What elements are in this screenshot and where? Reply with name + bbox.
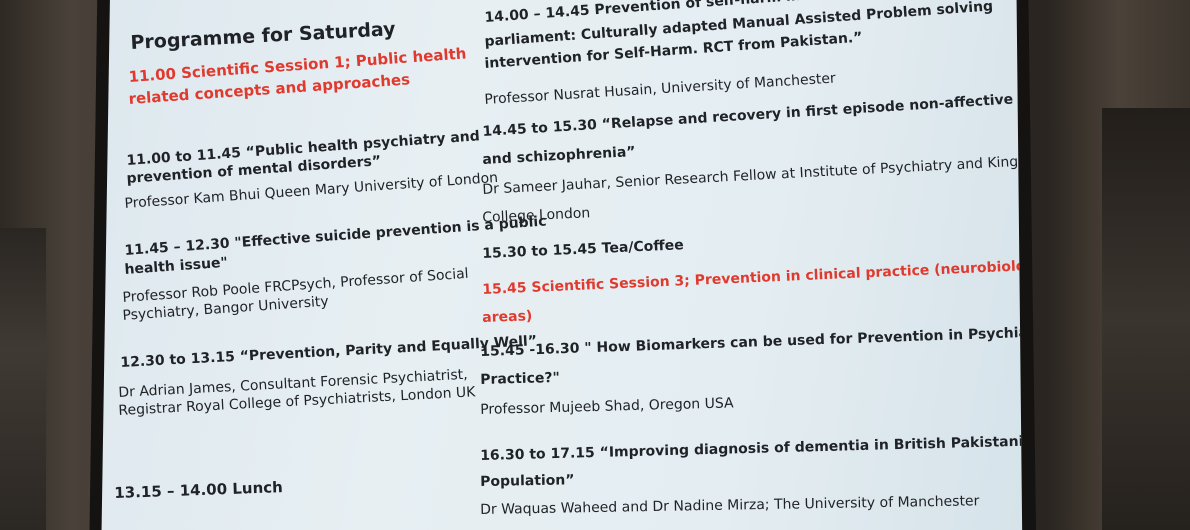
programme-title: Programme for Saturday [130, 18, 397, 54]
session3-heading-line1: 15.45 Scientific Session 3; Prevention i… [482, 256, 1024, 298]
session-r1-speaker: Professor Nusrat Husain, University of M… [484, 70, 837, 108]
tea-break: 15.30 to 15.45 Tea/Coffee [482, 237, 684, 262]
session-r3-title-line1: 15.45 -16.30 " How Biomarkers can be use… [480, 323, 1024, 360]
session3-heading-line2: areas) [482, 308, 533, 326]
session-r3-title-line2: Practice?" [480, 369, 561, 388]
session-r2-title-line2: and schizophrenia” [482, 143, 636, 168]
projection-screen: Programme for Saturday 11.00 Scientific … [101, 0, 1024, 530]
session-r4-title-line1: 16.30 to 17.15 “Improving diagnosis of d… [480, 433, 1024, 464]
session-r4-speaker: Dr Waquas Waheed and Dr Nadine Mirza; Th… [480, 493, 980, 518]
lunch-item: 13.15 – 14.00 Lunch [114, 478, 284, 502]
session-r2-speaker-line2: College London [482, 205, 591, 226]
talk3-title: 12.30 to 13.15 “Prevention, Parity and E… [120, 333, 538, 371]
wall-panel-left [0, 228, 46, 530]
talk2-title-line2: health issue" [124, 254, 229, 278]
wall-panel-right [1102, 108, 1190, 530]
session-r3-speaker: Professor Mujeeb Shad, Oregon USA [480, 395, 734, 418]
session-r4-title-line2: Population” [480, 472, 575, 490]
